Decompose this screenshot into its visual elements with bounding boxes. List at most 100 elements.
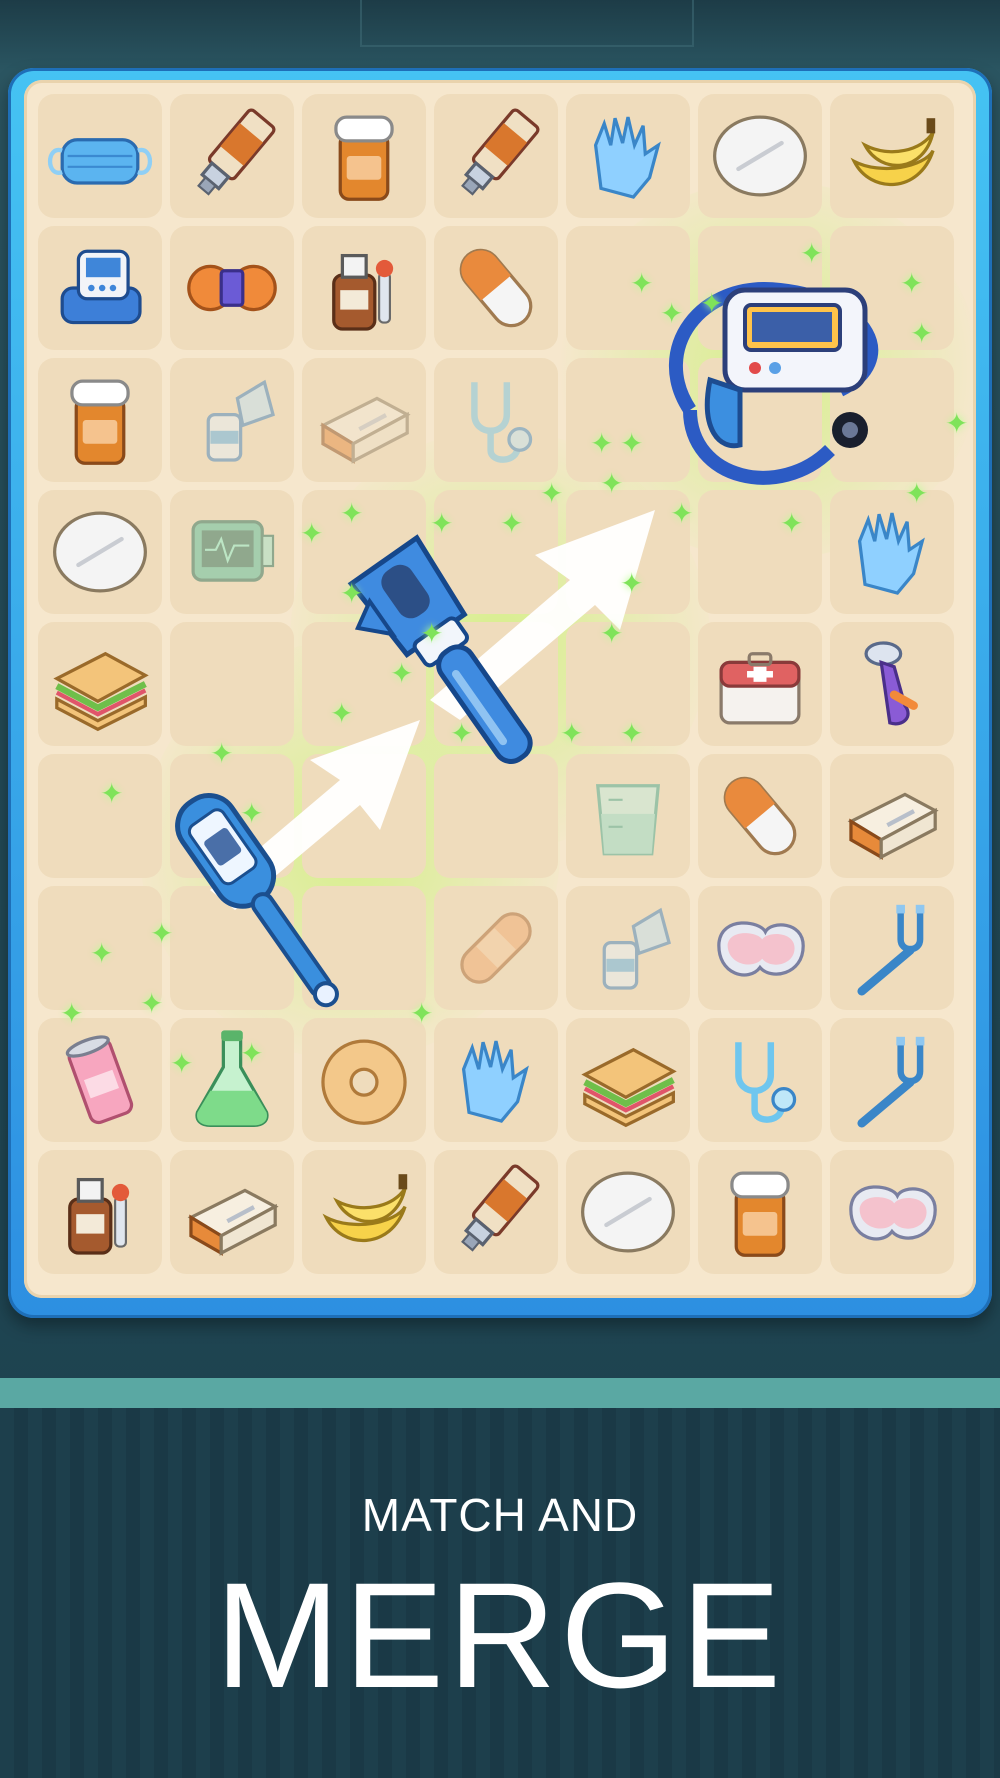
- reflex-hammer-icon[interactable]: [838, 630, 946, 738]
- blood-pressure-monitor-icon[interactable]: [46, 234, 154, 342]
- sandwich-icon[interactable]: [46, 630, 154, 738]
- sparkle-icon: ✦: [60, 998, 84, 1029]
- board-cell[interactable]: [38, 622, 162, 746]
- medicine-dropper-bottle-icon[interactable]: [46, 1158, 154, 1266]
- board-cell[interactable]: [830, 94, 954, 218]
- board-cell[interactable]: [566, 754, 690, 878]
- board-cell[interactable]: [434, 1018, 558, 1142]
- board-cell[interactable]: [698, 1150, 822, 1274]
- gloves-icon[interactable]: [574, 102, 682, 210]
- board-cell[interactable]: [170, 358, 294, 482]
- board-cell[interactable]: [830, 1018, 954, 1142]
- board-cell[interactable]: [566, 1150, 690, 1274]
- bandage-roll-icon[interactable]: [178, 234, 286, 342]
- pill-bottle-icon[interactable]: [706, 1158, 814, 1266]
- medicine-box-icon[interactable]: [838, 762, 946, 870]
- board-cell[interactable]: [434, 1150, 558, 1274]
- sparkle-icon: ✦: [150, 918, 174, 949]
- board-cell[interactable]: [698, 622, 822, 746]
- kidney-dish-icon[interactable]: [706, 894, 814, 1002]
- pill-icon[interactable]: [574, 1158, 682, 1266]
- board-cell[interactable]: [302, 358, 426, 482]
- gloves-icon[interactable]: [838, 498, 946, 606]
- board-cell[interactable]: [698, 754, 822, 878]
- board-cell[interactable]: [434, 226, 558, 350]
- board-cell[interactable]: [170, 1018, 294, 1142]
- bananas-icon[interactable]: [310, 1158, 418, 1266]
- ointment-tube-icon[interactable]: [442, 1158, 550, 1266]
- board-cell[interactable]: [170, 490, 294, 614]
- sparkle-icon: ✦: [240, 1038, 264, 1069]
- gloves-icon[interactable]: [442, 1026, 550, 1134]
- heart-monitor-icon[interactable]: [178, 498, 286, 606]
- inhaler-icon[interactable]: [178, 366, 286, 474]
- soda-can-icon[interactable]: [46, 1026, 154, 1134]
- board-cell[interactable]: [302, 94, 426, 218]
- sparkle-icon: ✦: [560, 718, 584, 749]
- board-cell[interactable]: [830, 622, 954, 746]
- bananas-icon[interactable]: [838, 102, 946, 210]
- medicine-dropper-bottle-icon[interactable]: [310, 234, 418, 342]
- pill-bottle-icon[interactable]: [46, 366, 154, 474]
- sandwich-icon[interactable]: [574, 1026, 682, 1134]
- board-cell[interactable]: [302, 1018, 426, 1142]
- board-cell[interactable]: [38, 94, 162, 218]
- sparkle-icon: ✦: [410, 998, 434, 1029]
- pill-icon[interactable]: [46, 498, 154, 606]
- ointment-tube-icon[interactable]: [442, 102, 550, 210]
- sparkle-icon: ✦: [210, 738, 234, 769]
- kidney-dish-icon[interactable]: [838, 1158, 946, 1266]
- board-cell[interactable]: [38, 1150, 162, 1274]
- board-cell[interactable]: [302, 1150, 426, 1274]
- board-cell[interactable]: [830, 1150, 954, 1274]
- board-cell[interactable]: [38, 490, 162, 614]
- sparkle-icon: ✦: [90, 938, 114, 969]
- board-cell[interactable]: [434, 358, 558, 482]
- face-mask-icon[interactable]: [46, 102, 154, 210]
- adhesive-bandage-icon[interactable]: [442, 894, 550, 1002]
- sparkle-icon: ✦: [590, 428, 614, 459]
- board-cell[interactable]: [302, 226, 426, 350]
- board-cell[interactable]: [434, 886, 558, 1010]
- board-cell[interactable]: [434, 94, 558, 218]
- board-cell[interactable]: [698, 886, 822, 1010]
- sparkle-icon: ✦: [620, 568, 644, 599]
- board-cell[interactable]: [566, 1018, 690, 1142]
- board-cell[interactable]: [38, 358, 162, 482]
- pill-bottle-icon[interactable]: [310, 102, 418, 210]
- capsule-icon[interactable]: [442, 234, 550, 342]
- board-cell[interactable]: [830, 754, 954, 878]
- board-cell[interactable]: [38, 226, 162, 350]
- tuning-fork-icon[interactable]: [838, 1026, 946, 1134]
- first-aid-kit-icon[interactable]: [706, 630, 814, 738]
- board-cell[interactable]: [566, 94, 690, 218]
- ointment-tube-icon[interactable]: [178, 102, 286, 210]
- board-cell[interactable]: [566, 886, 690, 1010]
- pill-icon[interactable]: [706, 102, 814, 210]
- board-cell[interactable]: [170, 226, 294, 350]
- medicine-box-icon[interactable]: [178, 1158, 286, 1266]
- sparkle-icon: ✦: [390, 658, 414, 689]
- measuring-cup-icon[interactable]: [574, 762, 682, 870]
- board-cell[interactable]: [170, 94, 294, 218]
- tuning-fork-icon[interactable]: [838, 894, 946, 1002]
- tagline-line1: MATCH AND: [361, 1489, 639, 1541]
- board-cell[interactable]: [170, 1150, 294, 1274]
- bagel-icon[interactable]: [310, 1026, 418, 1134]
- sparkle-icon: ✦: [340, 578, 364, 609]
- board-cell[interactable]: [698, 94, 822, 218]
- board-cell[interactable]: [830, 886, 954, 1010]
- tagline-line2: MERGE: [214, 1551, 786, 1719]
- stethoscope-icon[interactable]: [442, 366, 550, 474]
- medicine-box-icon[interactable]: [310, 366, 418, 474]
- capsule-icon[interactable]: [706, 762, 814, 870]
- inhaler-icon[interactable]: [574, 894, 682, 1002]
- board-cell[interactable]: [698, 1018, 822, 1142]
- sparkle-icon: ✦: [340, 498, 364, 529]
- flask-icon[interactable]: [178, 1026, 286, 1134]
- board-cell[interactable]: [38, 1018, 162, 1142]
- sparkle-icon: ✦: [500, 508, 524, 539]
- stethoscope-icon[interactable]: [706, 1026, 814, 1134]
- ceiling-background: [0, 0, 1000, 70]
- sparkle-icon: ✦: [910, 318, 934, 349]
